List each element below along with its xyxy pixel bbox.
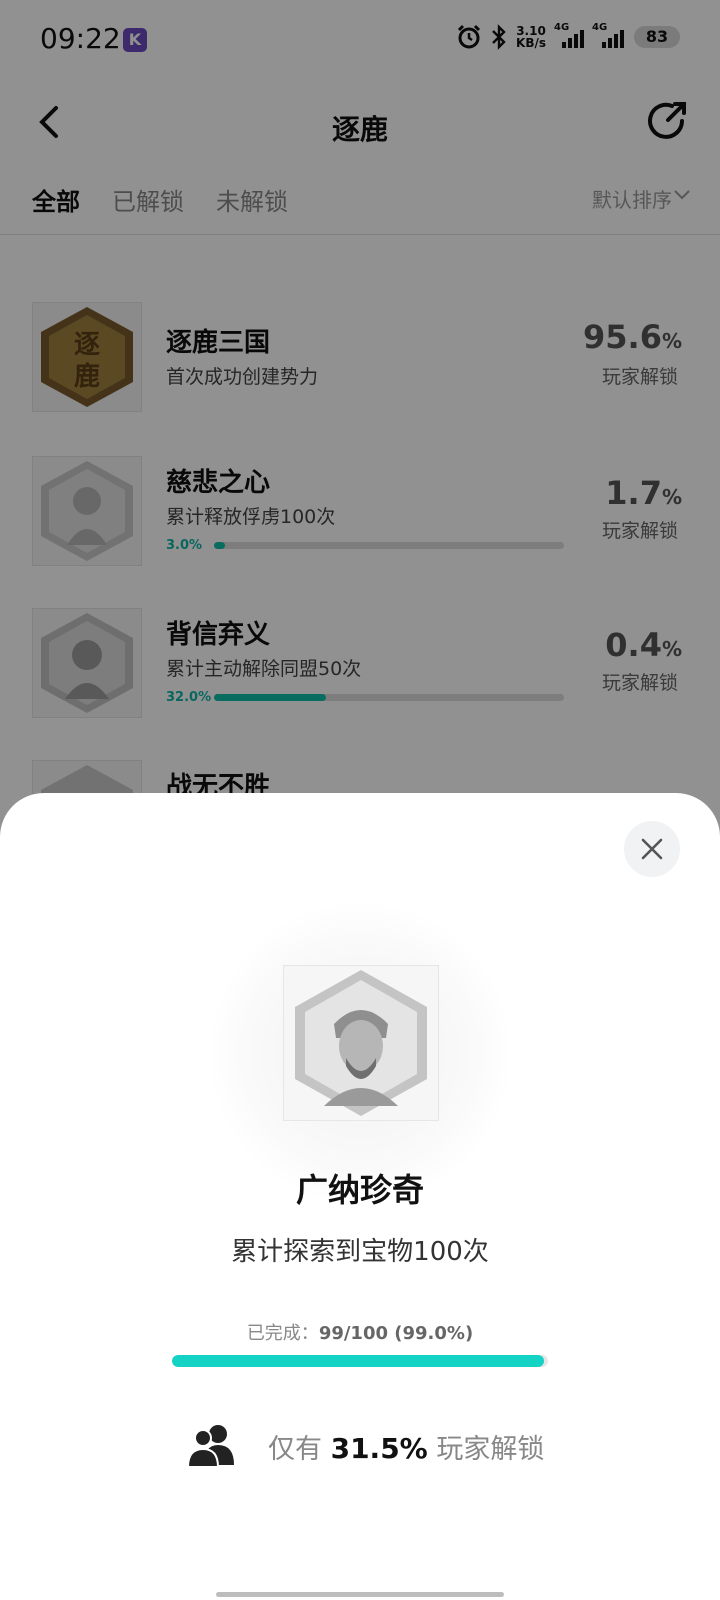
progress-fill xyxy=(172,1355,545,1367)
achievement-detail-sheet: 广纳珍奇 累计探索到宝物100次 已完成：99/100 (99.0%) 仅有 3… xyxy=(0,793,720,1600)
unlock-rate-text: 仅有 31.5% 玩家解锁 xyxy=(268,1432,545,1465)
achievement-desc: 累计探索到宝物100次 xyxy=(231,1237,489,1267)
people-icon xyxy=(186,1425,234,1467)
achievement-title: 广纳珍奇 xyxy=(295,1171,424,1209)
close-button[interactable] xyxy=(624,821,680,877)
badge-icon xyxy=(295,970,427,1116)
unlock-stats: 仅有 31.5% 玩家解锁 xyxy=(186,1419,586,1471)
close-icon[interactable] xyxy=(624,821,680,877)
progress-track xyxy=(172,1355,548,1367)
home-indicator[interactable] xyxy=(216,1592,504,1597)
progress-label: 已完成：99/100 (99.0%) xyxy=(246,1323,474,1344)
achievement-badge-large xyxy=(283,965,439,1121)
